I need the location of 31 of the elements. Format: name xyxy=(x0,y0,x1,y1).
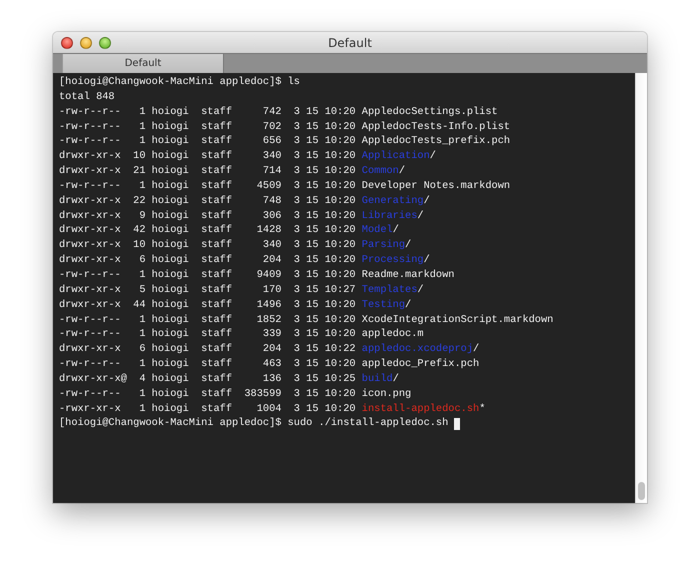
tab[interactable]: Default xyxy=(62,54,224,73)
zoom-button[interactable] xyxy=(99,36,111,48)
window-title: Default xyxy=(328,36,372,50)
listing-line: drwxr-xr-x@ 4 hoiogi staff 136 3 15 10:25 build/ xyxy=(59,372,399,387)
listing-line: -rw-r--r-- 1 hoiogi staff 4509 3 15 10:20 Developer Notes.markdown xyxy=(59,178,510,194)
prompt-line: [hoiogi@Changwook-MacMini appledoc]$ ls xyxy=(59,75,300,90)
listing-line: -rw-r--r-- 1 hoiogi staff 463 3 15 10:20 appledoc_Prefix.pch xyxy=(59,357,480,372)
listing-line: drwxr-xr-x 5 hoiogi staff 170 3 15 10:27 Templates/ xyxy=(59,282,424,298)
output-line: total 848 xyxy=(59,90,115,105)
listing-line: -rw-r--r-- 1 hoiogi staff 656 3 15 10:20 AppledocTests_prefix.pch xyxy=(59,134,510,150)
listing-line: -rw-r--r-- 1 hoiogi staff 1852 3 15 10:20 XcodeIntegrationScript.markdown xyxy=(59,312,554,328)
listing-line: -rwxr-xr-x 1 hoiogi staff 1004 3 15 10:20 install-appledoc.sh* xyxy=(59,402,486,416)
prompt-line: [hoiogi@Changwook-MacMini appledoc]$ sudo ./install-appledoc.sh xyxy=(59,416,448,432)
listing-line: drwxr-xr-x 10 hoiogi staff 340 3 15 10:20 Parsing/ xyxy=(59,238,412,254)
listing-line: -rw-r--r-- 1 hoiogi staff 383599 3 15 10:20 icon.png xyxy=(59,386,412,402)
listing-line: drwxr-xr-x 6 hoiogi staff 204 3 15 10:20 Processing/ xyxy=(59,253,430,268)
minimize-button[interactable] xyxy=(80,36,92,48)
listing-line: drwxr-xr-x 22 hoiogi staff 748 3 15 10:20 Generating/ xyxy=(59,194,430,209)
listing-line: drwxr-xr-x 10 hoiogi staff 340 3 15 10:20 Application/ xyxy=(59,149,436,164)
listing-line: -rw-r--r-- 1 hoiogi staff 742 3 15 10:20 AppledocSettings.plist xyxy=(59,104,498,120)
scroll-thumb[interactable] xyxy=(638,482,645,500)
listing-line: -rw-r--r-- 1 hoiogi staff 9409 3 15 10:20 Readme.markdown xyxy=(59,268,454,283)
listing-line: drwxr-xr-x 21 hoiogi staff 714 3 15 10:20 Common/ xyxy=(59,164,406,179)
close-button[interactable] xyxy=(61,36,73,48)
listing-line: drwxr-xr-x 9 hoiogi staff 306 3 15 10:20 Libraries/ xyxy=(59,208,424,224)
listing-line: drwxr-xr-x 6 hoiogi staff 204 3 15 10:22 appledoc.xcodeproj/ xyxy=(59,342,480,358)
listing-line: drwxr-xr-x 44 hoiogi staff 1496 3 15 10:20 Testing/ xyxy=(59,298,412,312)
listing-line: -rw-r--r-- 1 hoiogi staff 339 3 15 10:20 appledoc.m xyxy=(59,327,424,342)
scrollbar[interactable] xyxy=(635,73,647,503)
listing-line: -rw-r--r-- 1 hoiogi staff 702 3 15 10:20 AppledocTests-Info.plist xyxy=(59,120,510,134)
listing-line: drwxr-xr-x 42 hoiogi staff 1428 3 15 10:20 Model/ xyxy=(59,223,399,238)
